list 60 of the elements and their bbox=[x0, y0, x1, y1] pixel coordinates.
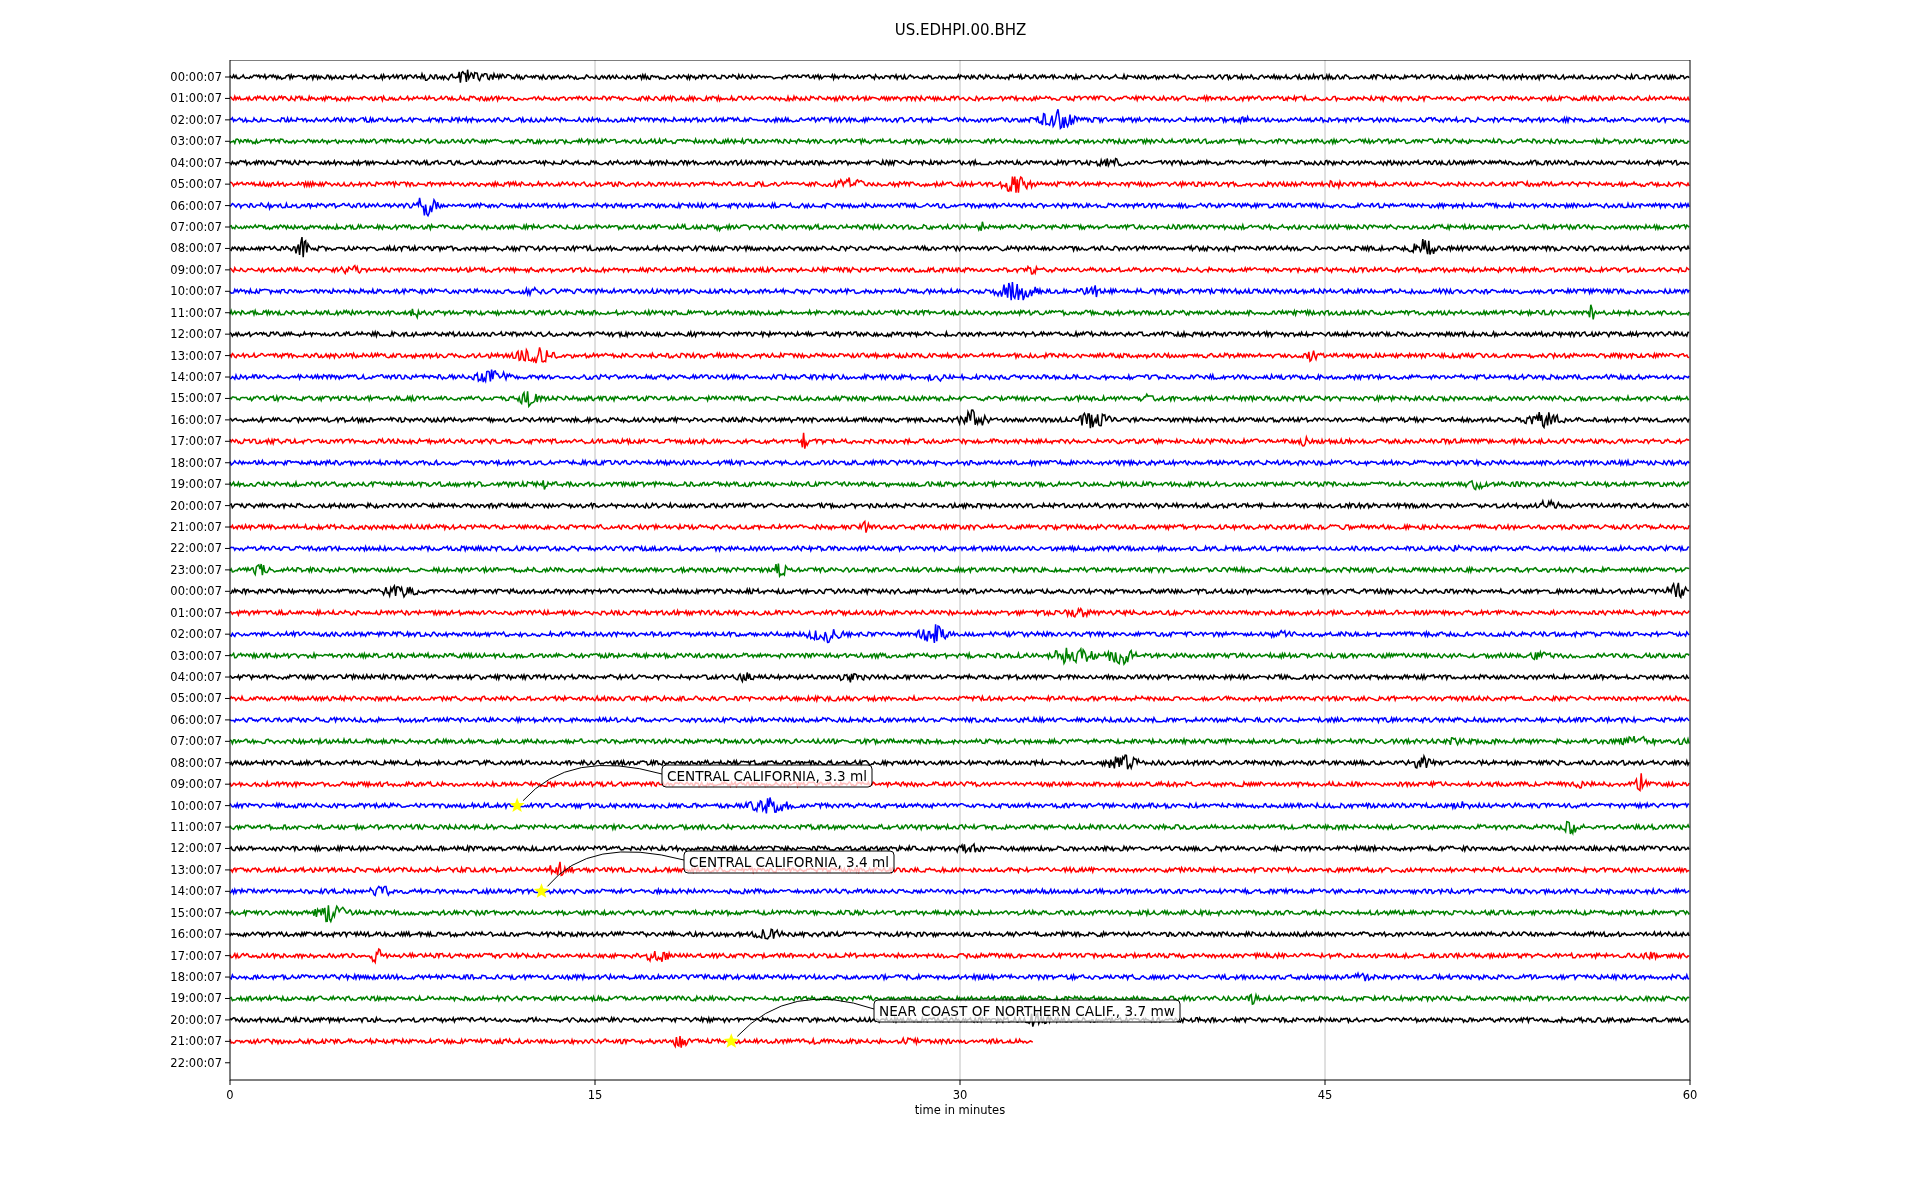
star-icon bbox=[723, 1033, 739, 1048]
chart-title: US.EDHPI.00.BHZ bbox=[894, 21, 1027, 39]
tick-label: 14:00:07 bbox=[170, 370, 222, 384]
tick-label: 05:00:07 bbox=[170, 177, 222, 192]
tick-label: 13:00:07 bbox=[170, 862, 222, 877]
tick-label: 11:00:07 bbox=[170, 305, 222, 320]
tick-label: 04:00:07 bbox=[170, 670, 222, 685]
tick-label: 19:00:07 bbox=[170, 477, 222, 492]
tick-label: 08:00:07 bbox=[170, 241, 222, 256]
tick-label: 21:00:07 bbox=[170, 1034, 222, 1049]
star-icon bbox=[533, 883, 550, 898]
tick-label: 13:00:07 bbox=[170, 348, 222, 363]
tick-label: 16:00:07 bbox=[170, 412, 222, 427]
tick-label: 06:00:07 bbox=[170, 712, 222, 727]
tick-label: 18:00:07 bbox=[170, 970, 222, 985]
tick-label: 15:00:07 bbox=[170, 391, 222, 406]
tick-label: 02:00:07 bbox=[170, 627, 222, 642]
event-label: CENTRAL CALIFORNIA, 3.3 ml bbox=[661, 764, 874, 788]
tick-label: 02:00:07 bbox=[170, 112, 222, 127]
tick-label: 11:00:07 bbox=[170, 820, 222, 835]
tick-label: 20:00:07 bbox=[170, 498, 222, 513]
tick-label: 45 bbox=[1317, 1088, 1333, 1102]
tick-label: 12:00:07 bbox=[170, 327, 222, 342]
tick-label: 22:00:07 bbox=[170, 541, 222, 556]
tick-label: 04:00:07 bbox=[170, 155, 222, 170]
tick-label: 17:00:07 bbox=[170, 948, 222, 963]
tick-label: 20:00:07 bbox=[170, 1012, 222, 1027]
tick-label: 03:00:07 bbox=[170, 648, 222, 663]
tick-label: 01:00:07 bbox=[170, 605, 222, 620]
star-icon bbox=[509, 797, 525, 813]
tick-label: 05:00:07 bbox=[170, 691, 222, 706]
tick-label: 15 bbox=[587, 1088, 603, 1102]
tick-label: 21:00:07 bbox=[170, 520, 222, 535]
tick-label: 30 bbox=[952, 1088, 968, 1102]
tick-label: 60 bbox=[1682, 1088, 1698, 1102]
tick-label: 14:00:07 bbox=[170, 884, 222, 899]
tick-label: 19:00:07 bbox=[170, 991, 222, 1006]
tick-label: 08:00:07 bbox=[170, 755, 222, 770]
tick-label: 07:00:07 bbox=[170, 220, 222, 234]
tick-label: 23:00:07 bbox=[170, 562, 222, 577]
tick-label: 10:00:07 bbox=[170, 284, 222, 299]
tick-label: 07:00:07 bbox=[170, 734, 222, 749]
tick-label: 12:00:07 bbox=[170, 841, 222, 856]
tick-label: 16:00:07 bbox=[170, 927, 222, 942]
x-axis-label: time in minutes bbox=[914, 1103, 1006, 1117]
tick-label: 00:00:07 bbox=[170, 70, 222, 84]
tick-label: 15:00:07 bbox=[170, 905, 222, 920]
tick-label: 17:00:07 bbox=[170, 434, 222, 449]
tick-label: 00:00:07 bbox=[170, 584, 222, 599]
tick-label: 06:00:07 bbox=[170, 198, 222, 213]
tick-label: 18:00:07 bbox=[170, 455, 222, 470]
tick-label: 03:00:07 bbox=[170, 134, 222, 149]
tick-label: 0 bbox=[226, 1088, 234, 1102]
tick-label: 10:00:07 bbox=[170, 798, 222, 813]
tick-label: 09:00:07 bbox=[170, 777, 222, 792]
event-label: CENTRAL CALIFORNIA, 3.4 ml bbox=[683, 850, 896, 874]
tick-label: 09:00:07 bbox=[170, 262, 222, 277]
tick-label: 01:00:07 bbox=[170, 91, 222, 106]
event-label: NEAR COAST OF NORTHERN CALIF., 3.7 mw bbox=[873, 999, 1183, 1023]
tick-label: 22:00:07 bbox=[170, 1055, 222, 1070]
